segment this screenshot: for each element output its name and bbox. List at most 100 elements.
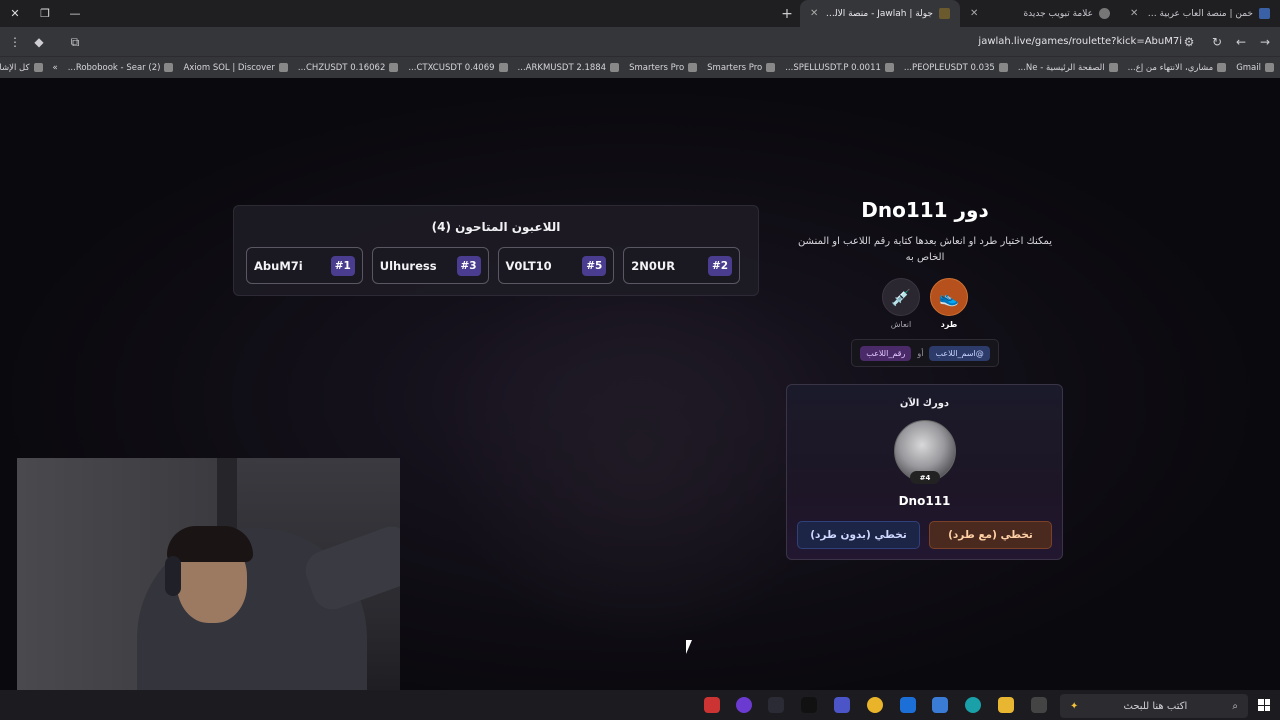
app-icon[interactable] bbox=[736, 697, 752, 713]
search-icon: ⌕ bbox=[1232, 700, 1238, 712]
mouse-cursor-icon bbox=[686, 640, 698, 654]
bookmark[interactable]: Axiom SOL | Discover bbox=[183, 63, 288, 73]
anchor-icon[interactable] bbox=[768, 697, 784, 713]
tab-3-active[interactable]: جولة | Jawlah - منصة الألعاب ال... ✕ bbox=[800, 0, 960, 27]
close-window-icon[interactable]: ✕ bbox=[0, 0, 30, 27]
skip-with-kick-button[interactable]: تخطي (مع طرد) bbox=[929, 521, 1052, 549]
taskbar-search[interactable]: ⌕ اكتب هنا للبحث ✦ bbox=[1060, 694, 1248, 718]
skip-buttons: تخطي (مع طرد) تخطي (بدون طرد) bbox=[797, 521, 1052, 549]
app-icon[interactable] bbox=[704, 697, 720, 713]
new-tab-button[interactable]: + bbox=[774, 6, 800, 22]
action-label: انعاش bbox=[890, 320, 912, 329]
panel-title: اللاعبون المتاحون (4) bbox=[431, 220, 561, 234]
number-hint-tag: رقم_اللاعب bbox=[860, 345, 912, 361]
tab-1[interactable]: خمن | منصة ألعاب عربية جماعية ✕ bbox=[1120, 0, 1280, 27]
bookmarks-bar: Gmail مشاري، الانتهاء من إع... الصفحة ال… bbox=[0, 56, 1280, 78]
bookmark[interactable]: PEOPLEUSDT 0.035... bbox=[904, 63, 1008, 73]
mention-hint-tag: @اسم_اللاعب bbox=[929, 345, 990, 361]
window-controls: ✕ ❐ — bbox=[0, 0, 90, 27]
task-view-icon[interactable] bbox=[1031, 697, 1047, 713]
current-turn-label: دورك الآن bbox=[899, 398, 950, 409]
bookmark[interactable]: SPELLUSDT.P 0.0011... bbox=[785, 63, 894, 73]
player-card[interactable]: 2N0UR #2 bbox=[623, 247, 740, 284]
turn-instructions: يمكنك اختيار طرد او انعاش بعدها كتابة رق… bbox=[797, 236, 1053, 263]
player-number-badge: #2 bbox=[708, 255, 732, 276]
syringe-icon: 💉 bbox=[882, 278, 920, 316]
webcam-hair bbox=[167, 526, 253, 562]
forward-icon[interactable]: ← bbox=[1230, 31, 1252, 53]
kick-action[interactable]: 👟 طرد bbox=[930, 278, 968, 329]
or-label: أو bbox=[917, 348, 924, 358]
player-name: V0LT10 bbox=[505, 258, 552, 273]
background-glow bbox=[440, 248, 840, 648]
bookmark[interactable]: Smarters Pro bbox=[629, 63, 698, 73]
tab-title: جولة | Jawlah - منصة الألعاب ال... bbox=[824, 8, 933, 19]
tab-2[interactable]: علامة تبويب جديدة ✕ bbox=[960, 0, 1120, 27]
chrome-icon bbox=[1099, 8, 1110, 19]
folder-icon[interactable] bbox=[998, 697, 1014, 713]
back-icon[interactable]: → bbox=[1254, 31, 1276, 53]
bookmark[interactable]: ARKMUSDT 2.1884... bbox=[518, 63, 620, 73]
player-number-badge: #1 bbox=[330, 255, 355, 276]
action-label: طرد bbox=[940, 320, 958, 329]
bookmark[interactable]: مشاري، الانتهاء من إع... bbox=[1128, 63, 1227, 73]
bookmark[interactable]: CHZUSDT 0.16062... bbox=[298, 63, 399, 73]
player-name: AbuM7i bbox=[254, 258, 303, 273]
player-list: AbuM7i #1 Ulhuress #3 V0LT10 #5 2N0UR #2 bbox=[246, 247, 740, 284]
current-player-name: Dno111 bbox=[898, 494, 951, 508]
minimize-window-icon[interactable]: — bbox=[60, 0, 90, 27]
action-selector: 💉 انعاش 👟 طرد bbox=[786, 278, 1064, 329]
site-favicon bbox=[939, 8, 950, 19]
extension-icon[interactable]: ◆ bbox=[28, 31, 50, 53]
player-number-badge: #3 bbox=[456, 255, 481, 276]
site-favicon bbox=[1259, 8, 1270, 19]
all-bookmarks[interactable]: كل الإشارات المرجعية bbox=[0, 63, 43, 73]
revive-action[interactable]: 💉 انعاش bbox=[882, 278, 920, 329]
bookmark[interactable]: الصفحة الرئيسية - Ne... bbox=[1018, 63, 1118, 73]
webcam-overlay bbox=[17, 458, 400, 720]
chrome-icon[interactable] bbox=[867, 697, 883, 713]
turn-panel: دور Dno111 يمكنك اختيار طرد او انعاش بعد… bbox=[786, 198, 1064, 560]
player-name: Ulhuress bbox=[379, 258, 437, 273]
close-icon[interactable]: ✕ bbox=[810, 8, 818, 19]
input-hint: @اسم_اللاعب أو رقم_اللاعب bbox=[851, 339, 999, 367]
player-card[interactable]: V0LT10 #5 bbox=[497, 247, 615, 284]
turn-title: دور Dno111 bbox=[861, 198, 989, 222]
edge-icon[interactable] bbox=[965, 697, 981, 713]
close-icon[interactable]: ✕ bbox=[1130, 8, 1138, 19]
bookmark[interactable]: Smarters Pro bbox=[707, 63, 776, 73]
skip-without-kick-button[interactable]: تخطي (بدون طرد) bbox=[797, 521, 920, 549]
tiktok-icon[interactable] bbox=[801, 697, 817, 713]
app-icon[interactable] bbox=[834, 697, 850, 713]
sparkle-icon: ✦ bbox=[1070, 700, 1079, 712]
tab-title: خمن | منصة ألعاب عربية جماعية bbox=[1144, 8, 1253, 19]
player-card[interactable]: Ulhuress #3 bbox=[371, 247, 489, 284]
windows-start-icon[interactable] bbox=[1258, 699, 1270, 711]
headphones-icon bbox=[165, 556, 181, 596]
search-placeholder: اكتب هنا للبحث bbox=[1123, 700, 1188, 712]
current-turn-card: دورك الآن #4 Dno111 تخطي (مع طرد) تخطي (… bbox=[786, 384, 1063, 560]
url-text: jawlah.live/games/roulette?kick=AbuM7i bbox=[978, 36, 1182, 47]
shoe-icon: 👟 bbox=[930, 278, 968, 316]
site-settings-icon[interactable]: ⚙ bbox=[1178, 31, 1200, 53]
bookmark[interactable]: Gmail bbox=[1236, 63, 1274, 73]
restore-window-icon[interactable]: ❐ bbox=[30, 0, 60, 27]
reload-icon[interactable]: ↻ bbox=[1206, 31, 1228, 53]
bookmark[interactable]: (2) Robobook - Sear... bbox=[68, 63, 174, 73]
bookmark[interactable]: CTXCUSDT 0.4069... bbox=[408, 63, 508, 73]
tab-strip: خمن | منصة ألعاب عربية جماعية ✕ علامة تب… bbox=[0, 0, 1280, 27]
bookmarks-overflow-icon[interactable]: » bbox=[53, 63, 58, 73]
player-number-badge: #5 bbox=[582, 255, 607, 276]
menu-icon[interactable]: ⋮ bbox=[4, 31, 26, 53]
store-icon[interactable] bbox=[932, 697, 948, 713]
puzzle-icon[interactable]: ⧉ bbox=[64, 31, 86, 53]
avatar-number-badge: #4 bbox=[910, 471, 940, 484]
player-name: 2N0UR bbox=[631, 258, 676, 273]
address-bar[interactable]: jawlah.live/games/roulette?kick=AbuM7i bbox=[95, 30, 1210, 53]
mail-icon[interactable] bbox=[900, 697, 916, 713]
available-players-panel: اللاعبون المتاحون (4) AbuM7i #1 Ulhuress… bbox=[233, 205, 759, 296]
browser-toolbar: ⋮ ◆ ⧉ ☆ jawlah.live/games/roulette?kick=… bbox=[0, 27, 1280, 56]
close-icon[interactable]: ✕ bbox=[970, 8, 978, 19]
player-card[interactable]: AbuM7i #1 bbox=[246, 247, 363, 284]
tab-title: علامة تبويب جديدة bbox=[1023, 8, 1093, 19]
